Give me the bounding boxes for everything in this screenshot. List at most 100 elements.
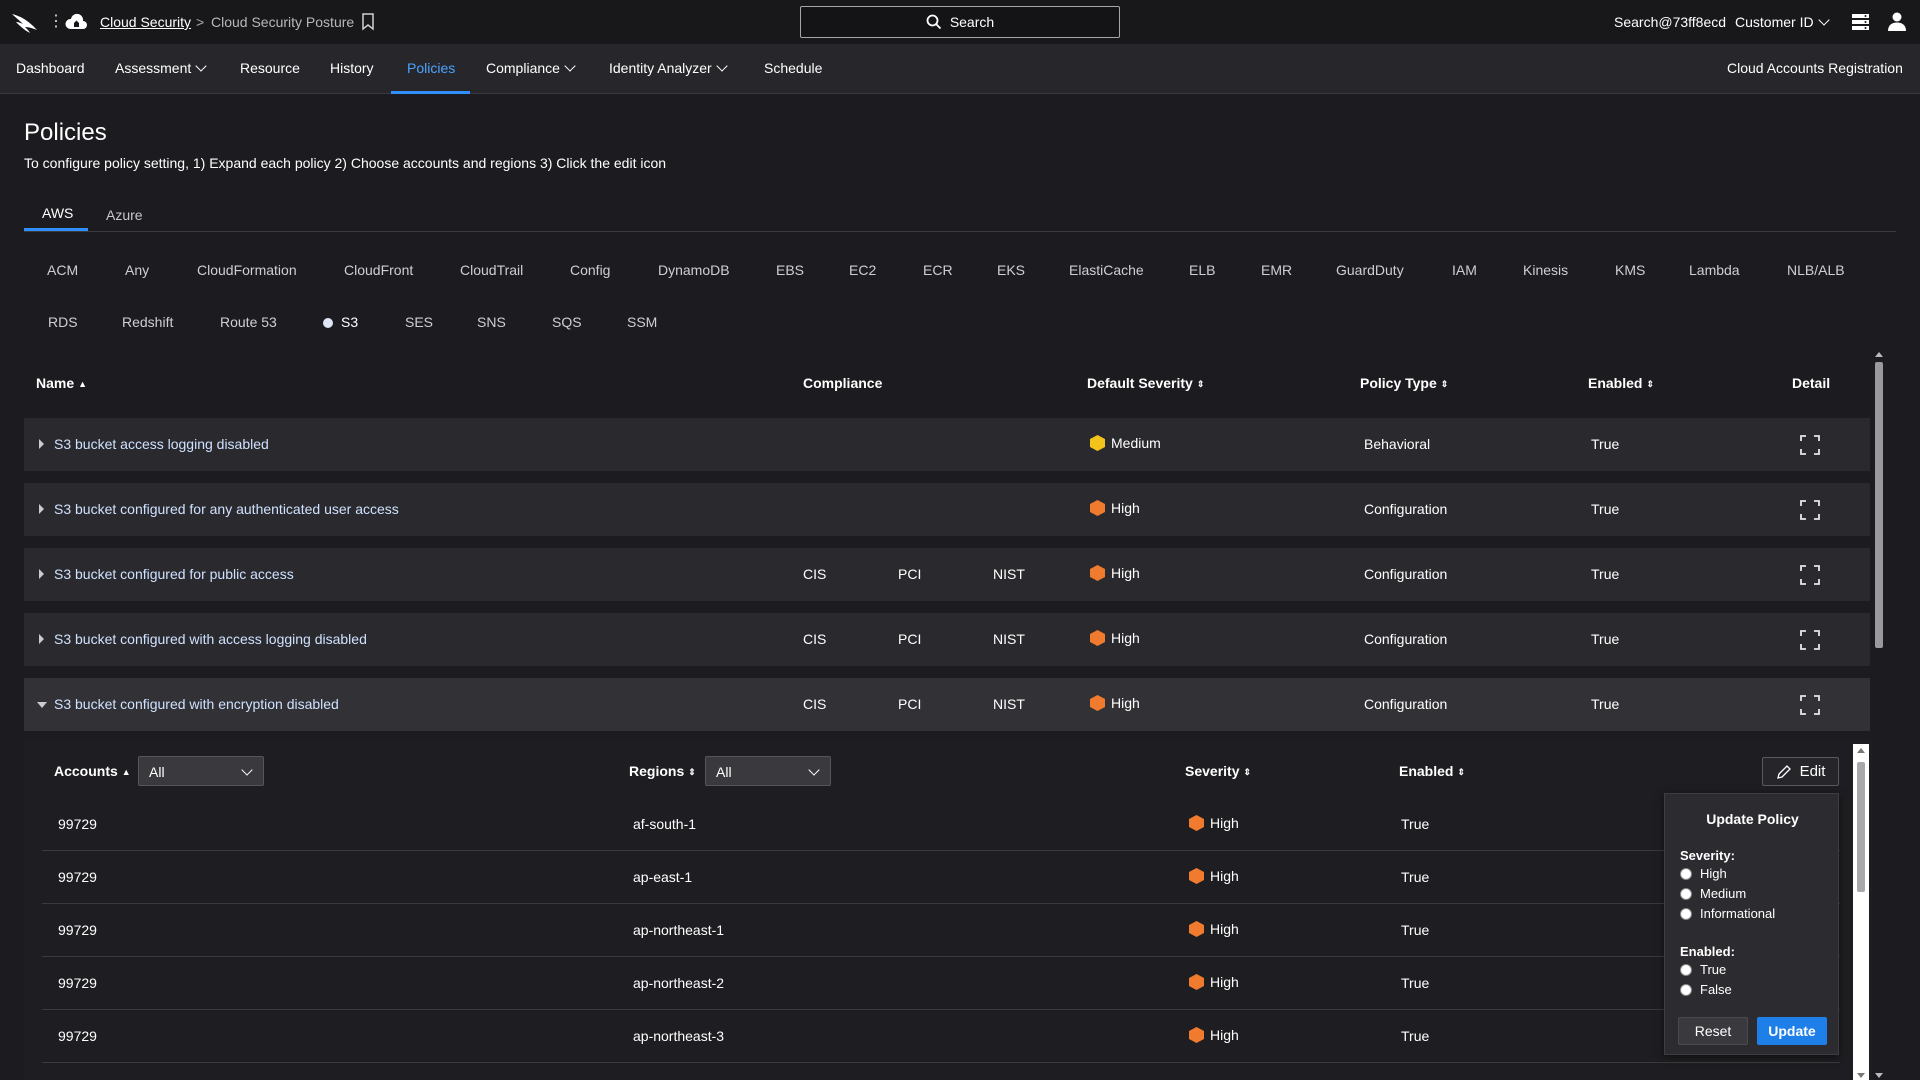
policy-row[interactable]: S3 bucket configured for public access C… <box>24 548 1870 601</box>
service-emr[interactable]: EMR <box>1261 262 1292 278</box>
account-region-row[interactable]: 99729 ap-east-1 High True <box>42 851 1840 904</box>
fullscreen-detail-icon[interactable] <box>1800 630 1820 650</box>
scroll-down-icon[interactable] <box>1857 1073 1865 1078</box>
nav-policies[interactable]: Policies <box>407 60 455 76</box>
service-ses[interactable]: SES <box>405 314 433 330</box>
nav-history[interactable]: History <box>330 60 374 76</box>
bookmark-icon[interactable] <box>361 13 375 31</box>
service-cloudtrail[interactable]: CloudTrail <box>460 262 523 278</box>
service-acm[interactable]: ACM <box>47 262 78 278</box>
service-ecr[interactable]: ECR <box>923 262 953 278</box>
header-severity[interactable]: Severity ⇕ <box>1185 763 1251 779</box>
severity-radio-medium[interactable]: Medium <box>1680 886 1746 901</box>
nav-compliance[interactable]: Compliance <box>486 60 576 76</box>
server-stack-icon[interactable] <box>1850 12 1872 32</box>
header-default-severity[interactable]: Default Severity ⇕ <box>1087 375 1204 391</box>
fullscreen-detail-icon[interactable] <box>1800 435 1820 455</box>
breadcrumb-cloud-security[interactable]: Cloud Security <box>100 14 191 30</box>
reset-button[interactable]: Reset <box>1678 1017 1748 1045</box>
severity-radio-high[interactable]: High <box>1680 866 1727 881</box>
service-lambda[interactable]: Lambda <box>1689 262 1740 278</box>
policy-name[interactable]: S3 bucket configured with access logging… <box>54 631 367 647</box>
falcon-logo-icon[interactable] <box>10 10 40 34</box>
enabled-radio-true[interactable]: True <box>1680 962 1726 977</box>
service-cloudfront[interactable]: CloudFront <box>344 262 413 278</box>
header-regions[interactable]: Regions ⇕ <box>629 763 696 779</box>
expand-caret-icon[interactable] <box>39 634 44 644</box>
fullscreen-detail-icon[interactable] <box>1800 500 1820 520</box>
nav-identity-analyzer[interactable]: Identity Analyzer <box>609 60 728 76</box>
account-region-row[interactable]: 99729 ap-northeast-3 High True <box>42 1010 1840 1063</box>
service-ssm[interactable]: SSM <box>627 314 657 330</box>
scroll-up-icon[interactable] <box>1857 748 1865 753</box>
panel-scrollbar[interactable] <box>1853 744 1869 1080</box>
service-ec2[interactable]: EC2 <box>849 262 876 278</box>
service-kms[interactable]: KMS <box>1615 262 1645 278</box>
policy-row[interactable]: S3 bucket configured for any authenticat… <box>24 483 1870 536</box>
scrollbar-thumb[interactable] <box>1875 362 1883 648</box>
policy-name[interactable]: S3 bucket configured for any authenticat… <box>54 501 399 517</box>
enabled-radio-false[interactable]: False <box>1680 982 1732 997</box>
nav-schedule[interactable]: Schedule <box>764 60 822 76</box>
global-search-button[interactable]: Search <box>800 6 1120 38</box>
fullscreen-detail-icon[interactable] <box>1800 695 1820 715</box>
policy-name[interactable]: S3 bucket access logging disabled <box>54 436 269 452</box>
policy-name[interactable]: S3 bucket configured with encryption dis… <box>54 696 339 712</box>
regions-filter-select[interactable]: All <box>705 756 831 786</box>
scroll-down-icon[interactable] <box>1875 1073 1883 1078</box>
user-profile-icon[interactable] <box>1886 10 1908 32</box>
header-policy-type[interactable]: Policy Type ⇕ <box>1360 375 1448 391</box>
service-config[interactable]: Config <box>570 262 610 278</box>
policy-row[interactable]: S3 bucket access logging disabled Medium… <box>24 418 1870 471</box>
header-accounts[interactable]: Accounts ▲ <box>54 763 131 779</box>
nav-cloud-accounts-registration[interactable]: Cloud Accounts Registration <box>1727 60 1903 76</box>
service-rds[interactable]: RDS <box>48 314 78 330</box>
service-redshift[interactable]: Redshift <box>122 314 173 330</box>
service-s3[interactable]: S3 <box>323 314 358 330</box>
severity-radio-informational[interactable]: Informational <box>1680 906 1775 921</box>
service-dynamodb[interactable]: DynamoDB <box>658 262 730 278</box>
nav-dashboard[interactable]: Dashboard <box>16 60 85 76</box>
service-elb[interactable]: ELB <box>1189 262 1215 278</box>
fullscreen-detail-icon[interactable] <box>1800 565 1820 585</box>
app-menu-icon[interactable]: ⋮ <box>48 12 64 32</box>
policy-name[interactable]: S3 bucket configured for public access <box>54 566 294 582</box>
account-region-row[interactable]: 99729 ap-northeast-2 High True <box>42 957 1840 1010</box>
service-sns[interactable]: SNS <box>477 314 506 330</box>
service-kinesis[interactable]: Kinesis <box>1523 262 1568 278</box>
scroll-up-icon[interactable] <box>1875 352 1883 357</box>
service-ebs[interactable]: EBS <box>776 262 804 278</box>
service-any[interactable]: Any <box>125 262 149 278</box>
policy-row[interactable]: S3 bucket configured with access logging… <box>24 613 1870 666</box>
account-region-row[interactable]: 99729 af-south-1 High True <box>42 798 1840 851</box>
scrollbar-thumb[interactable] <box>1857 762 1865 892</box>
service-guardduty[interactable]: GuardDuty <box>1336 262 1404 278</box>
edit-button[interactable]: Edit <box>1762 757 1839 786</box>
user-account[interactable]: Search@73ff8ecd <box>1614 14 1726 30</box>
expand-caret-icon[interactable] <box>39 439 44 449</box>
service-eks[interactable]: EKS <box>997 262 1025 278</box>
update-button[interactable]: Update <box>1757 1017 1827 1045</box>
header-name[interactable]: Name ▲ <box>36 375 87 391</box>
policy-row-expanded[interactable]: S3 bucket configured with encryption dis… <box>24 678 1870 731</box>
cloud-home-icon[interactable] <box>64 11 88 33</box>
service-iam[interactable]: IAM <box>1452 262 1477 278</box>
tab-azure[interactable]: Azure <box>106 207 143 223</box>
service-sqs[interactable]: SQS <box>552 314 582 330</box>
service-nlb-alb[interactable]: NLB/ALB <box>1787 262 1845 278</box>
main-scrollbar[interactable] <box>1872 350 1886 1080</box>
customer-id-dropdown[interactable]: Customer ID <box>1735 14 1830 30</box>
expand-caret-icon[interactable] <box>39 504 44 514</box>
header-sub-enabled[interactable]: Enabled ⇕ <box>1399 763 1465 779</box>
service-route-53[interactable]: Route 53 <box>220 314 277 330</box>
nav-resource[interactable]: Resource <box>240 60 300 76</box>
account-region-row[interactable]: 99729 ap-northeast-1 High True <box>42 904 1840 957</box>
accounts-filter-select[interactable]: All <box>138 756 264 786</box>
header-enabled[interactable]: Enabled ⇕ <box>1588 375 1654 391</box>
nav-assessment[interactable]: Assessment <box>115 60 207 76</box>
collapse-caret-icon[interactable] <box>37 702 47 708</box>
tab-aws[interactable]: AWS <box>42 205 73 221</box>
service-elasticache[interactable]: ElastiCache <box>1069 262 1144 278</box>
expand-caret-icon[interactable] <box>39 569 44 579</box>
service-cloudformation[interactable]: CloudFormation <box>197 262 297 278</box>
